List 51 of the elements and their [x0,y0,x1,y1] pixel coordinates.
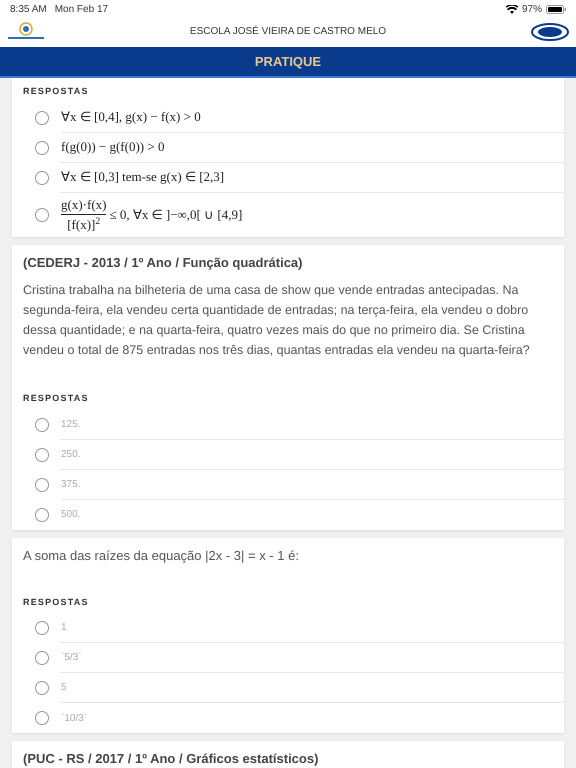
status-time: 8:35 AM [10,2,47,16]
answers-heading: RESPOSTAS [23,85,90,98]
radio-button[interactable] [35,110,49,124]
answers-heading: RESPOSTAS [23,596,90,608]
answer-option[interactable]: 250. [23,440,564,470]
formula-text: f(g(0)) − g(f(0)) > 0 [61,138,164,156]
answer-option[interactable]: 1 [23,613,564,643]
radio-button[interactable] [35,621,49,635]
question-source: (CEDERJ - 2013 / 1º Ano / Função quadrática) [23,254,304,272]
radio-button[interactable] [35,170,49,184]
question-text: Cristina trabalha na bilheteria de uma casa de show que vende entradas antecipadas. Na segunda-feira, ela vendeu certa quantidade de entradas; na terça-feira, ela vendeu o dobro dessa quantidade; e na quarta-feira, quatro vezes mais do que no primeiro dia. Se Cristina vendeu o total de 875 entradas nos três dias, quantas entradas ela vendeu na quarta-feira? [23,282,531,359]
answer-option[interactable]: ∀x ∈ [0,4], g(x) − f(x) > 0 [23,102,564,132]
radio-button[interactable] [35,448,49,462]
wifi-icon [506,4,518,14]
question-source: (PUC - RS / 2017 / 1º Ano / Gráficos estatísticos) [23,750,320,768]
radio-button[interactable] [35,418,49,432]
answer-text: 500. [61,508,80,522]
radio-button[interactable] [35,681,49,695]
radio-button[interactable] [35,711,49,725]
page-title: PRATIQUE [254,52,322,71]
radio-button[interactable] [35,508,49,522]
answer-text: 375. [61,478,80,492]
battery-icon [546,4,566,14]
answer-text: `5/3` [61,651,82,665]
answer-option[interactable]: 125. [23,410,564,440]
answer-text: `10/3` [61,712,88,726]
formula-text: ∀x ∈ [0,4], g(x) − f(x) > 0 [61,108,201,126]
answer-option[interactable]: 5 [23,673,564,703]
answer-option[interactable]: ∀x ∈ [0,3] tem-se g(x) ∈ [2,3] [23,162,564,192]
formula-fraction: g(x)·f(x) [f(x)]$^{2}$ [61,194,106,234]
radio-button[interactable] [35,140,49,154]
answer-option[interactable]: `10/3` [23,703,564,733]
battery-percent: 97% [522,2,542,16]
status-date: Mon Feb 17 [54,2,110,16]
question-text: A soma das raízes da equação |2x - 3| = x - 1 é: [23,546,300,565]
answer-text: 5 [61,681,67,695]
formula-text: ≤ 0, ∀x ∈ ]−∞,0[ ∪ [4,9] [109,206,242,224]
answer-option[interactable]: f(g(0)) − g(f(0)) > 0 [23,132,564,162]
answer-text: 125. [61,418,80,432]
radio-button[interactable] [35,478,49,492]
radio-button[interactable] [35,651,49,665]
answers-heading: RESPOSTAS [23,392,90,405]
answer-option[interactable]: `5/3` [23,643,564,673]
formula-text: ∀x ∈ [0,3] tem-se g(x) ∈ [2,3] [61,168,224,186]
answer-text: 1 [61,621,67,635]
answer-text: 250. [61,448,80,462]
school-logo-icon [6,22,46,42]
school-name: ESCOLA JOSÉ VIEIRA DE CASTRO MELO [190,24,386,39]
answer-option[interactable]: 375. [23,470,564,500]
answer-option[interactable]: 500. [23,500,564,530]
radio-button[interactable] [35,208,49,222]
